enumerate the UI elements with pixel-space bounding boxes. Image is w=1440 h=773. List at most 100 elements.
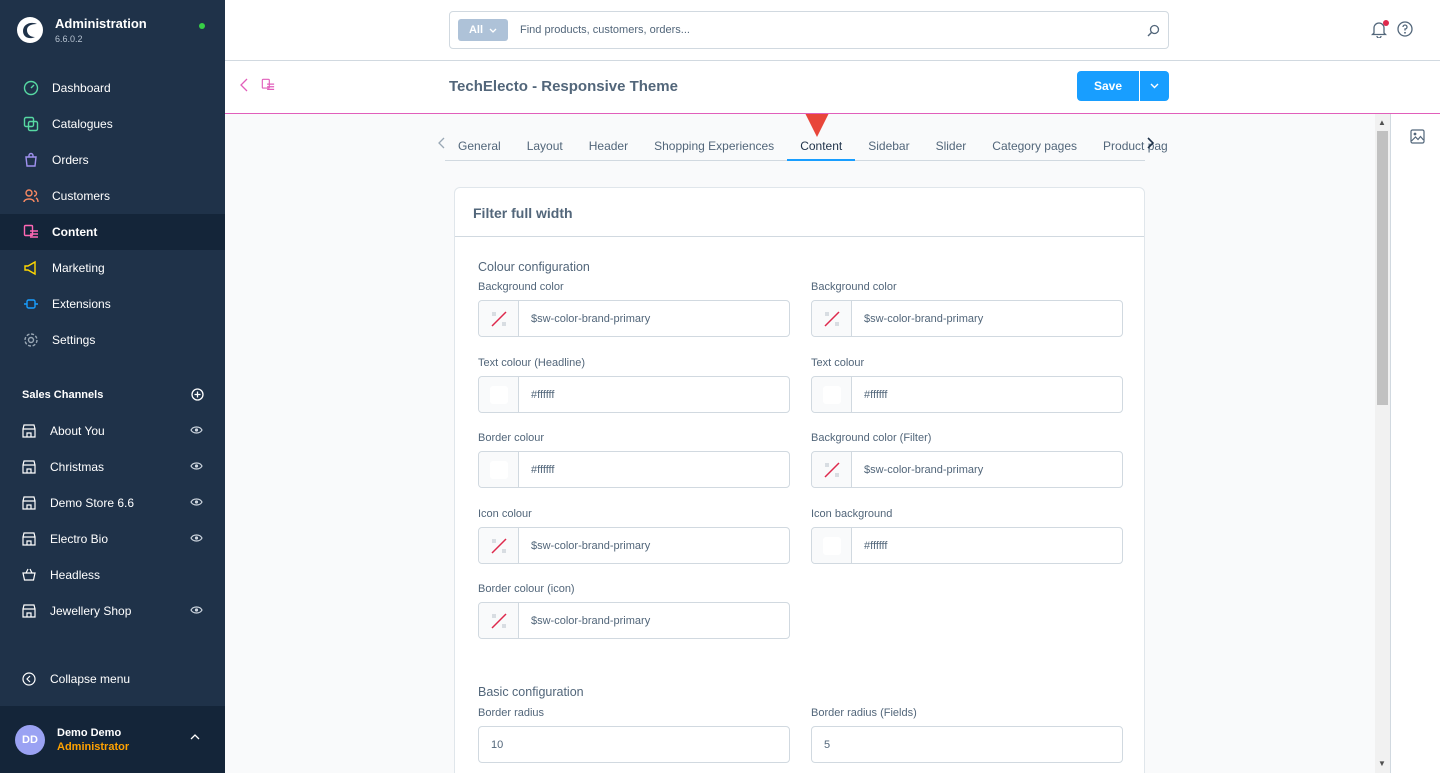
color-picker[interactable]: #ffffff xyxy=(811,376,1123,413)
tab-slider[interactable]: Slider xyxy=(923,134,980,161)
tab-general[interactable]: General xyxy=(445,134,514,161)
scroll-down-icon[interactable]: ▼ xyxy=(1378,759,1386,768)
avatar: DD xyxy=(15,724,45,755)
border-radius-input[interactable]: 10 xyxy=(478,726,790,763)
white-swatch[interactable] xyxy=(479,377,519,412)
eye-icon[interactable] xyxy=(190,533,203,543)
white-swatch[interactable] xyxy=(812,528,852,563)
chevron-left-icon[interactable] xyxy=(438,137,445,149)
sales-channel-item[interactable]: Christmas xyxy=(0,449,225,485)
color-picker[interactable]: $sw-color-brand-primary xyxy=(811,300,1123,337)
field-label: Border colour xyxy=(478,432,545,444)
sales-channels-title: Sales Channels xyxy=(22,388,104,401)
card-title: Filter full width xyxy=(455,188,1144,237)
field-text-colour-headline: Text colour (Headline) #ffffff xyxy=(478,357,790,413)
back-arrow-icon[interactable] xyxy=(239,78,249,92)
brand[interactable]: Administration 6.6.0.2 xyxy=(16,16,147,44)
nav-item-dashboard[interactable]: Dashboard xyxy=(0,70,225,106)
nav-label: Dashboard xyxy=(52,81,111,95)
sales-channel-label: Demo Store 6.6 xyxy=(50,496,135,510)
sales-channel-label: Christmas xyxy=(50,460,105,474)
border-radius-fields-input[interactable]: 5 xyxy=(811,726,1123,763)
save-button-group: Save xyxy=(1077,71,1169,101)
tab-product-pages[interactable]: Product pag xyxy=(1090,134,1168,161)
sidebar: Administration 6.6.0.2 Dashboard Catalog… xyxy=(0,0,225,773)
transparent-swatch-icon[interactable] xyxy=(479,301,519,336)
field-value: $sw-color-brand-primary xyxy=(864,312,984,325)
color-picker[interactable]: #ffffff xyxy=(478,451,790,488)
transparent-swatch-icon[interactable] xyxy=(812,452,852,487)
color-picker[interactable]: #ffffff xyxy=(811,527,1123,564)
basket-icon xyxy=(22,567,38,583)
eye-icon[interactable] xyxy=(190,605,203,615)
nav-item-extensions[interactable]: Extensions xyxy=(0,286,225,322)
field-border-radius: Border radius 10 xyxy=(478,707,790,763)
content-icon xyxy=(22,223,40,241)
user-menu[interactable]: DD Demo Demo Administrator xyxy=(0,706,225,773)
tab-shopping-experiences[interactable]: Shopping Experiences xyxy=(641,134,787,161)
tab-layout[interactable]: Layout xyxy=(514,134,576,161)
eye-icon[interactable] xyxy=(190,461,203,471)
transparent-swatch-icon[interactable] xyxy=(479,603,519,638)
field-label: Background color (Filter) xyxy=(811,432,932,444)
sales-channel-item[interactable]: Jewellery Shop xyxy=(0,593,225,629)
storefront-icon xyxy=(22,495,38,511)
color-picker[interactable]: $sw-color-brand-primary xyxy=(478,602,790,639)
save-options-button[interactable] xyxy=(1140,71,1169,101)
online-status-dot xyxy=(199,23,205,29)
help-icon[interactable] xyxy=(1397,21,1413,37)
customers-icon xyxy=(22,187,40,205)
nav-item-orders[interactable]: Orders xyxy=(0,142,225,178)
content-scrollbar[interactable]: ▲ ▼ xyxy=(1375,114,1390,773)
scroll-thumb[interactable] xyxy=(1377,131,1388,405)
nav-label: Extensions xyxy=(52,297,111,311)
nav-label: Orders xyxy=(52,153,89,167)
marketing-icon xyxy=(22,259,40,277)
transparent-swatch-icon[interactable] xyxy=(812,301,852,336)
color-picker[interactable]: $sw-color-brand-primary xyxy=(811,451,1123,488)
field-label: Text colour (Headline) xyxy=(478,357,585,369)
chevron-right-icon[interactable] xyxy=(1147,137,1154,149)
add-sales-channel-icon[interactable] xyxy=(191,388,204,401)
sales-channel-item[interactable]: Electro Bio xyxy=(0,521,225,557)
search-type-select[interactable]: All xyxy=(458,19,508,41)
transparent-swatch-icon[interactable] xyxy=(479,528,519,563)
save-button[interactable]: Save xyxy=(1077,71,1139,101)
tab-sidebar[interactable]: Sidebar xyxy=(855,134,922,161)
color-picker[interactable]: $sw-color-brand-primary xyxy=(478,527,790,564)
tab-category-pages[interactable]: Category pages xyxy=(979,134,1090,161)
search-icon[interactable] xyxy=(1147,24,1160,37)
scroll-up-icon[interactable]: ▲ xyxy=(1378,118,1386,127)
nav-label: Marketing xyxy=(52,261,105,275)
extensions-icon xyxy=(22,295,40,313)
nav-item-content[interactable]: Content xyxy=(0,214,225,250)
tab-header[interactable]: Header xyxy=(576,134,641,161)
collapse-menu-button[interactable]: Collapse menu xyxy=(22,672,130,686)
nav-label: Settings xyxy=(52,333,96,347)
sales-channel-item[interactable]: Headless xyxy=(0,557,225,593)
nav-item-customers[interactable]: Customers xyxy=(0,178,225,214)
nav-item-marketing[interactable]: Marketing xyxy=(0,250,225,286)
white-swatch[interactable] xyxy=(812,377,852,412)
media-image-icon[interactable] xyxy=(1410,129,1425,144)
field-label: Icon colour xyxy=(478,508,532,520)
eye-icon[interactable] xyxy=(190,497,203,507)
storefront-icon xyxy=(22,423,38,439)
eye-icon[interactable] xyxy=(190,425,203,435)
search-input[interactable] xyxy=(520,24,1147,36)
field-value: $sw-color-brand-primary xyxy=(531,614,651,627)
sales-channel-item[interactable]: Demo Store 6.6 xyxy=(0,485,225,521)
brand-title: Administration xyxy=(55,16,147,31)
chevron-down-icon xyxy=(1150,83,1159,89)
collapse-label: Collapse menu xyxy=(50,672,131,686)
field-background-color-2: Background color $sw-color-brand-primary xyxy=(811,281,1123,337)
color-picker[interactable]: $sw-color-brand-primary xyxy=(478,300,790,337)
white-swatch[interactable] xyxy=(479,452,519,487)
sales-channel-item[interactable]: About You xyxy=(0,413,225,449)
nav-item-catalogues[interactable]: Catalogues xyxy=(0,106,225,142)
nav-item-settings[interactable]: Settings xyxy=(0,322,225,358)
color-picker[interactable]: #ffffff xyxy=(478,376,790,413)
theme-tabs: General Layout Header Shopping Experienc… xyxy=(438,134,1168,161)
shopware-logo-icon xyxy=(17,17,43,43)
notifications-button[interactable] xyxy=(1370,20,1389,41)
